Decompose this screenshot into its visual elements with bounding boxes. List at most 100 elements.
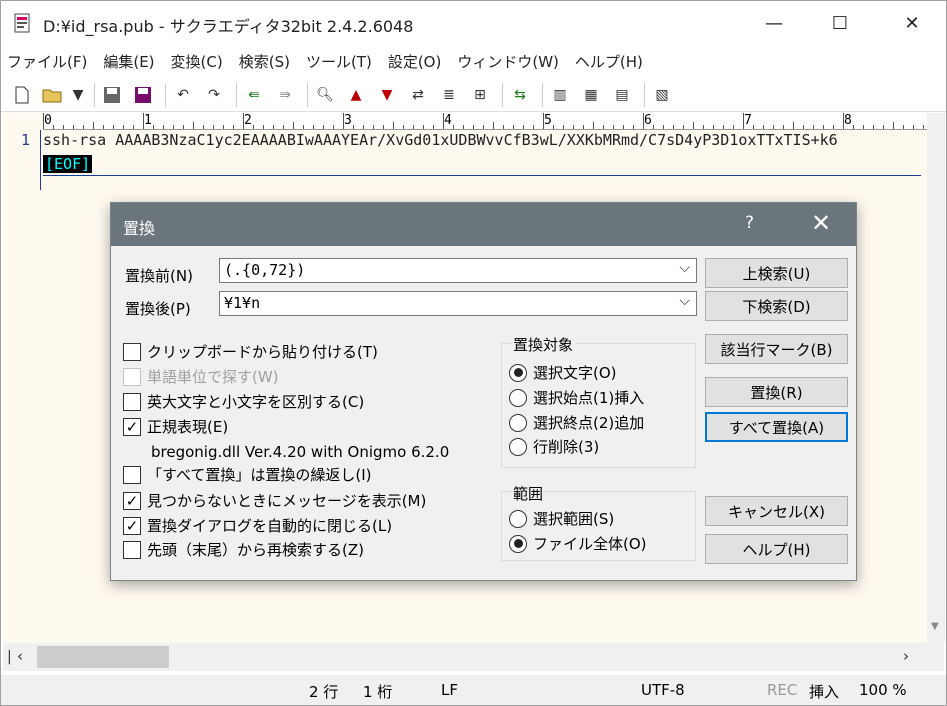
dialog-close-icon[interactable]: ✕ xyxy=(811,209,831,237)
ruler-tick xyxy=(463,125,464,129)
mark-lines-button[interactable]: 該当行マーク(B) xyxy=(705,334,848,364)
ruler-number: 1 xyxy=(144,113,152,128)
save-icon[interactable] xyxy=(99,82,125,108)
ruler-tick xyxy=(863,125,864,129)
case-sensitive-checkbox[interactable]: 英大文字と小文字を区別する(C) xyxy=(123,391,364,412)
target-insert-start-radio[interactable]: 選択始点(1)挿入 xyxy=(509,387,644,408)
auto-close-checkbox[interactable]: ✓ 置換ダイアログを自動的に閉じる(L) xyxy=(123,515,392,536)
vertical-scrollbar[interactable]: ▼ xyxy=(927,113,945,643)
close-button[interactable]: ✕ xyxy=(889,1,935,45)
menu-convert[interactable]: 変換(C) xyxy=(171,51,223,72)
ruler-tick xyxy=(203,125,204,129)
search-next-icon[interactable]: ▼ xyxy=(374,82,400,108)
jump-back-icon[interactable]: ⇚ xyxy=(241,82,267,108)
ruler-tick xyxy=(113,125,114,129)
radio-label: 行削除(3) xyxy=(533,438,600,456)
settings-icon[interactable]: ▧ xyxy=(649,82,675,108)
radio-circle xyxy=(509,363,527,382)
replace-input[interactable]: ¥1¥n ⌵ xyxy=(219,291,697,316)
range-selection-radio[interactable]: 選択範囲(S) xyxy=(509,508,614,529)
gripper-icon: | xyxy=(7,649,12,665)
chevron-down-icon[interactable]: ⌵ xyxy=(679,260,690,276)
menu-edit[interactable]: 編集(E) xyxy=(103,51,154,72)
menu-search[interactable]: 検索(S) xyxy=(239,51,290,72)
ruler-tick xyxy=(903,125,904,129)
status-encoding[interactable]: UTF-8 xyxy=(641,681,685,699)
ruler-tick xyxy=(133,125,134,129)
code-line[interactable]: ssh-rsa AAAAB3NzaC1yc2EAAAABIwAAAYEAr/Xv… xyxy=(43,131,943,149)
replace-all-button[interactable]: すべて置換(A) xyxy=(705,412,848,442)
cursor-line xyxy=(43,175,921,176)
wrap-search-checkbox[interactable]: 先頭（末尾）から再検索する(Z) xyxy=(123,539,364,560)
target-selected-radio[interactable]: 選択文字(O) xyxy=(509,362,617,383)
ruler-number: 4 xyxy=(444,113,452,128)
scroll-thumb[interactable] xyxy=(37,646,169,668)
help-button[interactable]: ヘルプ(H) xyxy=(705,534,848,564)
ruler-tick xyxy=(473,125,474,129)
undo-icon[interactable]: ↶ xyxy=(170,82,196,108)
grep-replace-icon[interactable]: ⊞ xyxy=(467,82,493,108)
cancel-button[interactable]: キャンセル(X) xyxy=(705,496,848,526)
search-down-button[interactable]: 下検索(D) xyxy=(705,291,848,321)
target-delete-line-radio[interactable]: 行削除(3) xyxy=(509,436,599,457)
open-dropdown-icon[interactable]: ▼ xyxy=(71,82,85,108)
ruler-tick xyxy=(603,125,604,129)
ruler-tick xyxy=(183,125,184,129)
repeat-replace-checkbox[interactable]: 「すべて置換」は置換の繰返し(I) xyxy=(123,464,371,485)
search-up-button[interactable]: 上検索(U) xyxy=(705,258,848,288)
menu-settings[interactable]: 設定(O) xyxy=(388,51,442,72)
menu-help[interactable]: ヘルプ(H) xyxy=(575,51,643,72)
save-all-icon[interactable] xyxy=(130,82,156,108)
ruler-tick xyxy=(573,125,574,129)
regex-checkbox[interactable]: ✓ 正規表現(E) xyxy=(123,416,228,437)
maximize-button[interactable]: ☐ xyxy=(817,1,863,45)
jump-forward-icon[interactable]: ⇛ xyxy=(272,82,298,108)
scroll-left-icon[interactable]: ‹ xyxy=(17,647,23,665)
paste-clipboard-checkbox[interactable]: クリップボードから貼り付ける(T) xyxy=(123,341,378,362)
toolbar-separator xyxy=(644,82,645,107)
check-icon: ✓ xyxy=(123,516,141,535)
app-icon xyxy=(14,13,30,33)
ruler-tick xyxy=(103,125,104,129)
target-append-end-radio[interactable]: 選択終点(2)追加 xyxy=(509,412,644,433)
new-file-icon[interactable] xyxy=(9,82,35,108)
range-whole-file-radio[interactable]: ファイル全体(O) xyxy=(509,533,647,554)
search-prev-icon[interactable]: ▲ xyxy=(343,82,369,108)
compare-icon[interactable]: ▦ xyxy=(578,82,604,108)
search-icon[interactable]: 🔍︎ xyxy=(312,82,338,108)
menu-file[interactable]: ファイル(F) xyxy=(7,51,87,72)
ruler-tick xyxy=(713,125,714,129)
replace-button[interactable]: 置換(R) xyxy=(705,377,848,407)
checkbox-label: 英大文字と小文字を区別する(C) xyxy=(147,393,365,411)
scroll-right-icon[interactable]: › xyxy=(903,647,909,665)
ruler-tick xyxy=(373,125,374,129)
function-list-icon[interactable]: ▤ xyxy=(609,82,635,108)
menu-bar: ファイル(F) 編集(E) 変換(C) 検索(S) ツール(T) 設定(O) ウ… xyxy=(1,47,946,75)
ruler-tick xyxy=(123,125,124,129)
outline-icon[interactable]: ▥ xyxy=(547,82,573,108)
menu-tools[interactable]: ツール(T) xyxy=(306,51,372,72)
show-not-found-checkbox[interactable]: ✓ 見つからないときにメッセージを表示(M) xyxy=(123,490,426,511)
status-eol[interactable]: LF xyxy=(441,681,458,699)
menu-window[interactable]: ウィンドウ(W) xyxy=(457,51,559,72)
ruler-tick xyxy=(503,125,504,129)
toolbar-separator xyxy=(165,82,166,107)
radio-label: ファイル全体(O) xyxy=(533,535,647,553)
help-icon[interactable]: ? xyxy=(745,213,754,233)
find-input[interactable]: (.{0,72}) ⌵ xyxy=(219,258,697,283)
minimize-button[interactable]: — xyxy=(751,1,797,45)
redo-icon[interactable]: ↷ xyxy=(201,82,227,108)
replace-icon[interactable]: ⇄ xyxy=(405,82,431,108)
open-file-icon[interactable] xyxy=(40,82,66,108)
ruler-tick xyxy=(423,125,424,129)
scroll-down-icon[interactable]: ▼ xyxy=(931,621,939,632)
grep-icon[interactable]: ≣ xyxy=(436,82,462,108)
dialog-title: 置換 xyxy=(123,219,156,238)
radio-circle xyxy=(509,437,527,456)
radio-label: 選択範囲(S) xyxy=(533,510,615,528)
status-mode[interactable]: 挿入 xyxy=(809,681,839,702)
ruler-tick xyxy=(643,113,644,129)
bookmark-icon[interactable]: ⇆ xyxy=(507,82,533,108)
horizontal-scrollbar[interactable]: | ‹ › xyxy=(3,643,944,671)
chevron-down-icon[interactable]: ⌵ xyxy=(679,293,690,309)
